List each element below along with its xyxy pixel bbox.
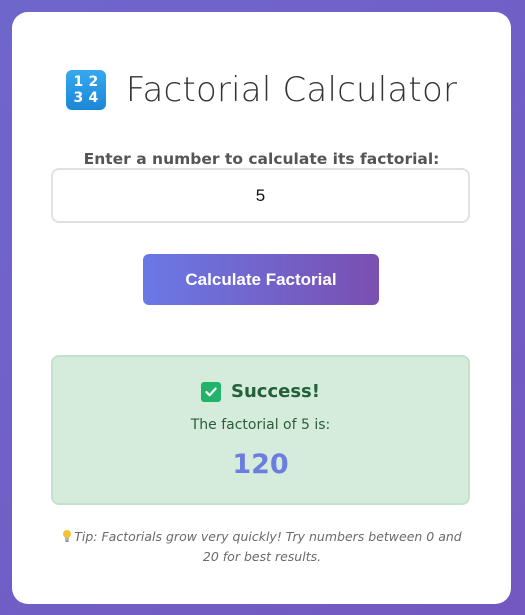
page-title: Factorial Calculator	[125, 70, 458, 110]
success-status-text: Success!	[231, 381, 320, 402]
tip-text-block: Tip: Factorials grow very quickly! Try n…	[62, 527, 462, 567]
icon-digit: 1	[73, 74, 84, 90]
title-row: 1 2 3 4 Factorial Calculator	[12, 70, 511, 110]
icon-digit: 2	[88, 74, 99, 90]
calculate-factorial-button[interactable]: Calculate Factorial	[143, 254, 379, 305]
result-header: Success!	[53, 381, 468, 402]
icon-digit: 3	[73, 90, 84, 106]
result-description: The factorial of 5 is:	[190, 417, 331, 433]
number-input[interactable]	[51, 168, 470, 223]
light-bulb-icon	[62, 529, 72, 543]
icon-digit: 4	[88, 90, 99, 106]
check-mark-icon	[201, 381, 222, 402]
factorial-result-value: 120	[232, 449, 289, 480]
tip-text: Tip: Factorials grow very quickly! Try n…	[74, 529, 462, 564]
calculator-card: 1 2 3 4 Factorial Calculator Enter a num…	[12, 12, 511, 604]
result-panel: Success! The factorial of 5 is: 120	[51, 355, 470, 505]
input-numbers-icon: 1 2 3 4	[65, 70, 106, 110]
input-prompt-label: Enter a number to calculate its factoria…	[83, 150, 440, 168]
